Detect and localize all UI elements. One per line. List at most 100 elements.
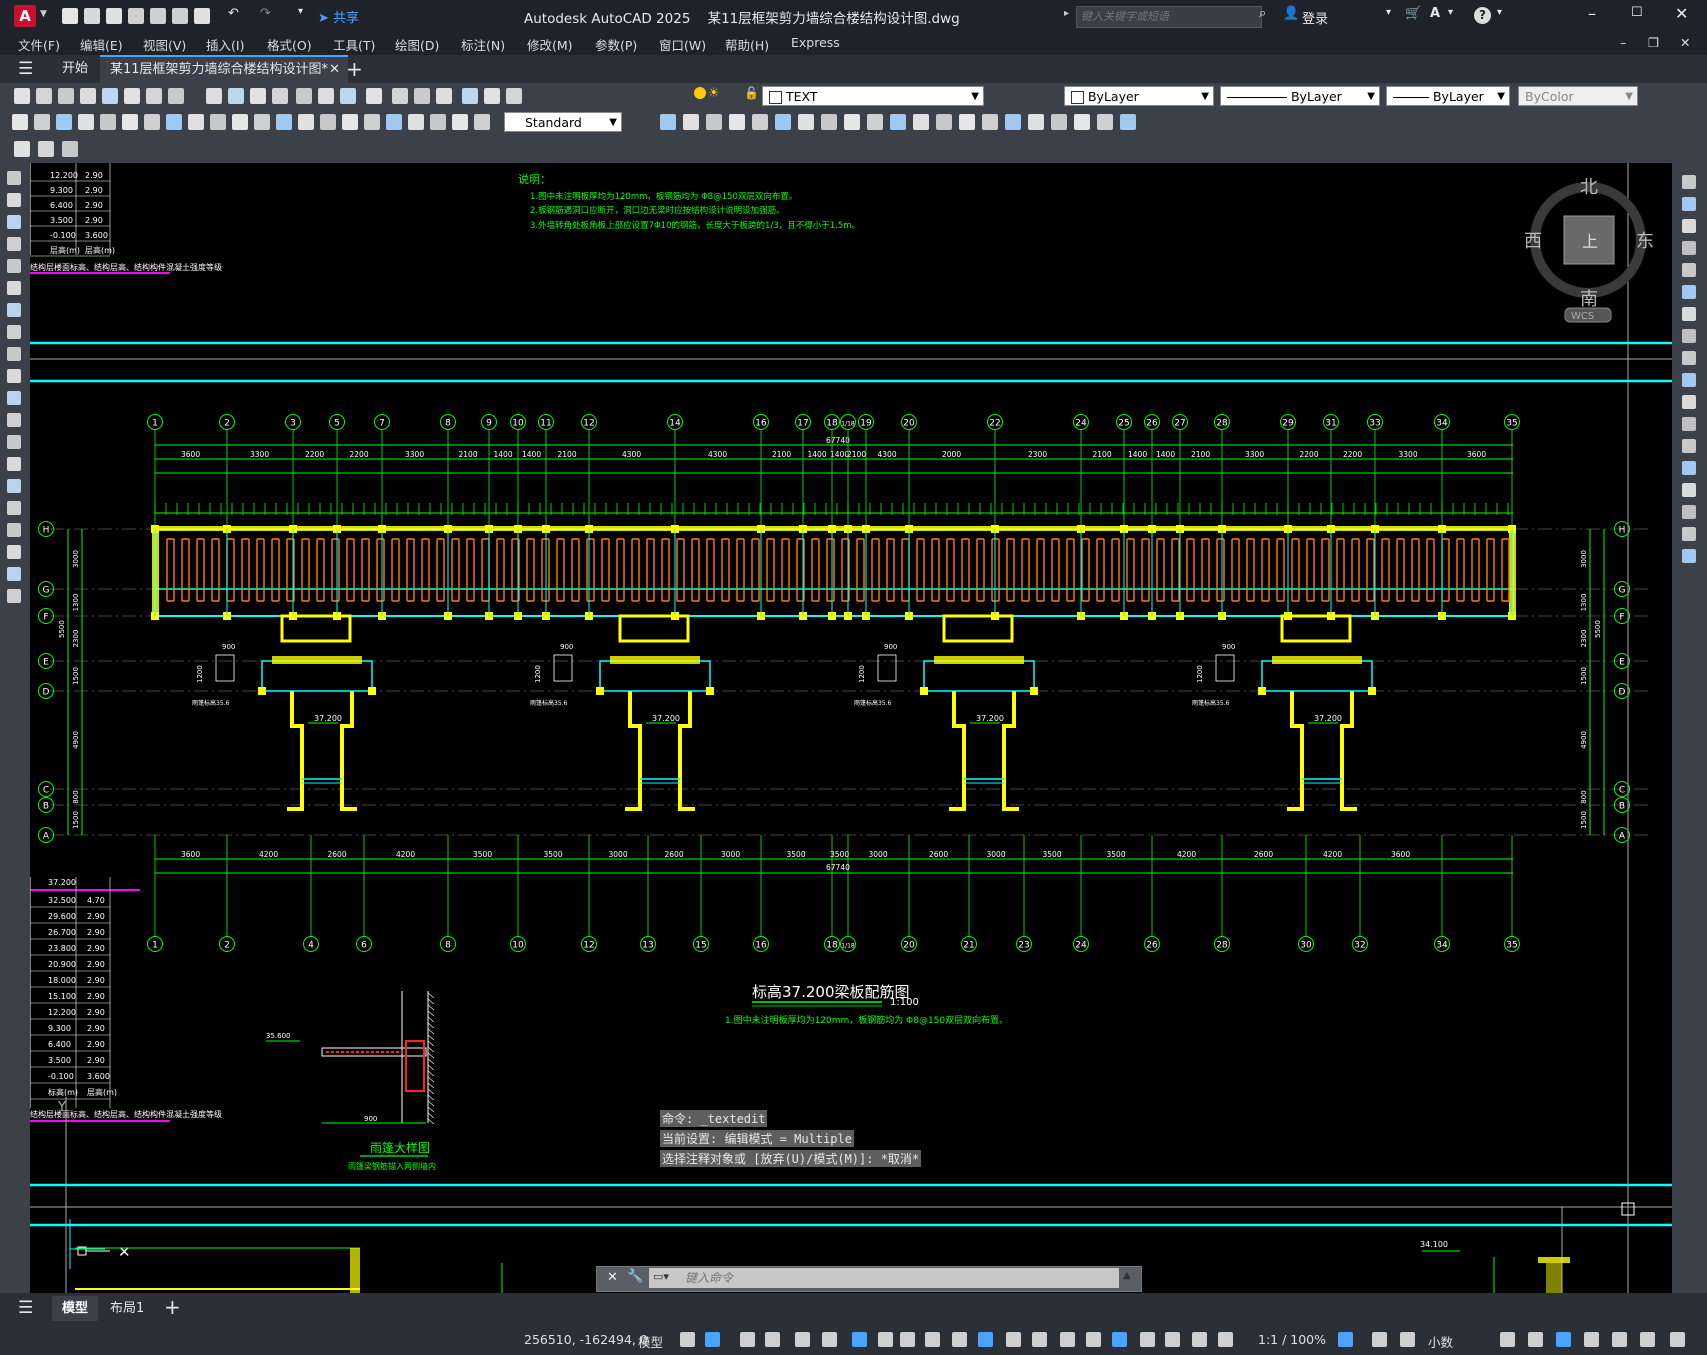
dim-tool-41-icon[interactable] (1074, 114, 1090, 130)
units-dropdown[interactable]: 小数 (1428, 1332, 1453, 1351)
command-close-icon[interactable]: ✕ (607, 1270, 618, 1285)
toolbar-tool-20-icon[interactable] (462, 88, 478, 104)
dim-tool-28-icon[interactable] (775, 114, 791, 130)
new-tab-icon[interactable]: + (346, 57, 363, 81)
modify-tool-18-icon[interactable] (1682, 549, 1696, 563)
draw-tool-8-icon[interactable] (7, 325, 21, 339)
status-toggle-30-icon[interactable] (1640, 1332, 1655, 1347)
doc-restore-icon[interactable]: ❐ (1648, 35, 1659, 50)
field-icon[interactable] (38, 141, 54, 157)
toolbar-tool-5-icon[interactable] (102, 88, 118, 104)
draw-tool-16-icon[interactable] (7, 501, 21, 515)
status-toggle-18-icon[interactable] (1140, 1332, 1155, 1347)
dim-tool-39-icon[interactable] (1028, 114, 1044, 130)
status-toggle-10-icon[interactable] (925, 1332, 940, 1347)
draw-tool-5-icon[interactable] (7, 259, 21, 273)
save-icon[interactable] (106, 8, 122, 24)
help-icon[interactable]: ? (1474, 7, 1491, 24)
undo-icon[interactable]: ↶ (228, 6, 239, 21)
save-to-web-icon[interactable] (172, 8, 188, 24)
toolbar-tool-21-icon[interactable] (484, 88, 500, 104)
modify-tool-13-icon[interactable] (1682, 439, 1696, 453)
draw-tool-17-icon[interactable] (7, 523, 21, 537)
draw-tool-11-icon[interactable] (7, 391, 21, 405)
dim-tool-11-icon[interactable] (232, 114, 248, 130)
draw-tool-3-icon[interactable] (7, 215, 21, 229)
plotstyle-dropdown[interactable]: ByColor ▼ (1518, 86, 1638, 106)
layer-lock-icon[interactable]: 🔓 (744, 86, 759, 100)
dim-tool-8-icon[interactable] (166, 114, 182, 130)
hamburger-menu-icon[interactable]: ☰ (18, 59, 33, 79)
status-toggle-8-icon[interactable] (878, 1332, 893, 1347)
toolbar-tool-11-icon[interactable] (250, 88, 266, 104)
status-toggle-7-icon[interactable] (852, 1332, 867, 1347)
status-toggle-12-icon[interactable] (978, 1332, 993, 1347)
color-dropdown[interactable]: ByLayer ▼ (1064, 86, 1214, 106)
app-menu-button[interactable]: A (14, 5, 36, 27)
menu-window[interactable]: 窗口(W) (659, 35, 706, 54)
login-dropdown-icon[interactable]: ▾ (1386, 7, 1391, 18)
command-input-box[interactable]: ▭▾ (649, 1268, 1119, 1288)
add-layout-icon[interactable]: + (164, 1295, 181, 1319)
status-toggle-17-icon[interactable] (1112, 1332, 1127, 1347)
dim-tool-38-icon[interactable] (1005, 114, 1021, 130)
status-toggle-22-icon[interactable] (1338, 1332, 1353, 1347)
toolbar-tool-17-icon[interactable] (392, 88, 408, 104)
user-icon[interactable]: 👤 (1283, 6, 1299, 21)
dim-tool-21-icon[interactable] (452, 114, 468, 130)
dim-tool-23-icon[interactable] (660, 114, 676, 130)
model-space-toggle[interactable]: 模型 (638, 1332, 663, 1351)
modify-tool-12-icon[interactable] (1682, 417, 1696, 431)
toolbar-tool-7-icon[interactable] (146, 88, 162, 104)
text-edit-icon[interactable] (14, 141, 30, 157)
menu-edit[interactable]: 编辑(E) (80, 35, 123, 54)
tab-active-document[interactable]: 某11层框架剪力墙综合楼结构设计图* ✕ (100, 55, 348, 83)
table-style-icon[interactable] (62, 141, 78, 157)
modify-tool-17-icon[interactable] (1682, 527, 1696, 541)
autodesk-a360-icon[interactable]: A (1430, 6, 1440, 21)
modify-tool-2-icon[interactable] (1682, 197, 1696, 211)
status-toggle-13-icon[interactable] (1006, 1332, 1021, 1347)
menu-express[interactable]: Express (791, 35, 840, 50)
a360-dropdown-icon[interactable]: ▾ (1448, 7, 1453, 18)
status-toggle-29-icon[interactable] (1612, 1332, 1627, 1347)
toolbar-tool-22-icon[interactable] (506, 88, 522, 104)
save-as-icon[interactable] (128, 8, 144, 24)
status-toggle-1-icon[interactable] (680, 1332, 695, 1347)
tab-model[interactable]: 模型 (52, 1296, 99, 1321)
toolbar-tool-9-icon[interactable] (206, 88, 222, 104)
command-input[interactable] (683, 1269, 1107, 1287)
dim-tool-42-icon[interactable] (1097, 114, 1113, 130)
dim-tool-22-icon[interactable] (474, 114, 490, 130)
draw-tool-13-icon[interactable] (7, 435, 21, 449)
plot-icon[interactable] (194, 8, 210, 24)
annotation-scale[interactable]: 1:1 / 100% (1258, 1332, 1326, 1347)
dim-tool-40-icon[interactable] (1051, 114, 1067, 130)
draw-tool-7-icon[interactable] (7, 303, 21, 317)
open-from-web-icon[interactable] (150, 8, 166, 24)
toolbar-tool-13-icon[interactable] (296, 88, 312, 104)
toolbar-tool-1-icon[interactable] (14, 88, 30, 104)
menu-insert[interactable]: 插入(I) (206, 35, 244, 54)
toolbar-tool-15-icon[interactable] (340, 88, 356, 104)
status-toggle-4-icon[interactable] (765, 1332, 780, 1347)
search-chevron-icon[interactable]: ▸ (1064, 8, 1069, 19)
toolbar-tool-10-icon[interactable] (228, 88, 244, 104)
dim-tool-31-icon[interactable] (844, 114, 860, 130)
toolbar-tool-19-icon[interactable] (436, 88, 452, 104)
dim-tool-2-icon[interactable] (34, 114, 50, 130)
command-history-toggle-icon[interactable]: ▲ (1123, 1270, 1131, 1281)
tab-layout1[interactable]: 布局1 (104, 1296, 150, 1321)
dim-tool-30-icon[interactable] (821, 114, 837, 130)
modify-tool-5-icon[interactable] (1682, 263, 1696, 277)
dim-tool-14-icon[interactable] (298, 114, 314, 130)
toolbar-tool-14-icon[interactable] (318, 88, 334, 104)
help-dropdown-icon[interactable]: ▾ (1497, 7, 1502, 18)
dimstyle-dropdown[interactable]: Standard ▼ (504, 112, 622, 132)
customize-qat-icon[interactable]: ▾ (298, 6, 303, 17)
status-toggle-20-icon[interactable] (1192, 1332, 1207, 1347)
draw-tool-14-icon[interactable] (7, 457, 21, 471)
dim-tool-15-icon[interactable] (320, 114, 336, 130)
toolbar-tool-2-icon[interactable] (36, 88, 52, 104)
menu-format[interactable]: 格式(O) (267, 35, 312, 54)
